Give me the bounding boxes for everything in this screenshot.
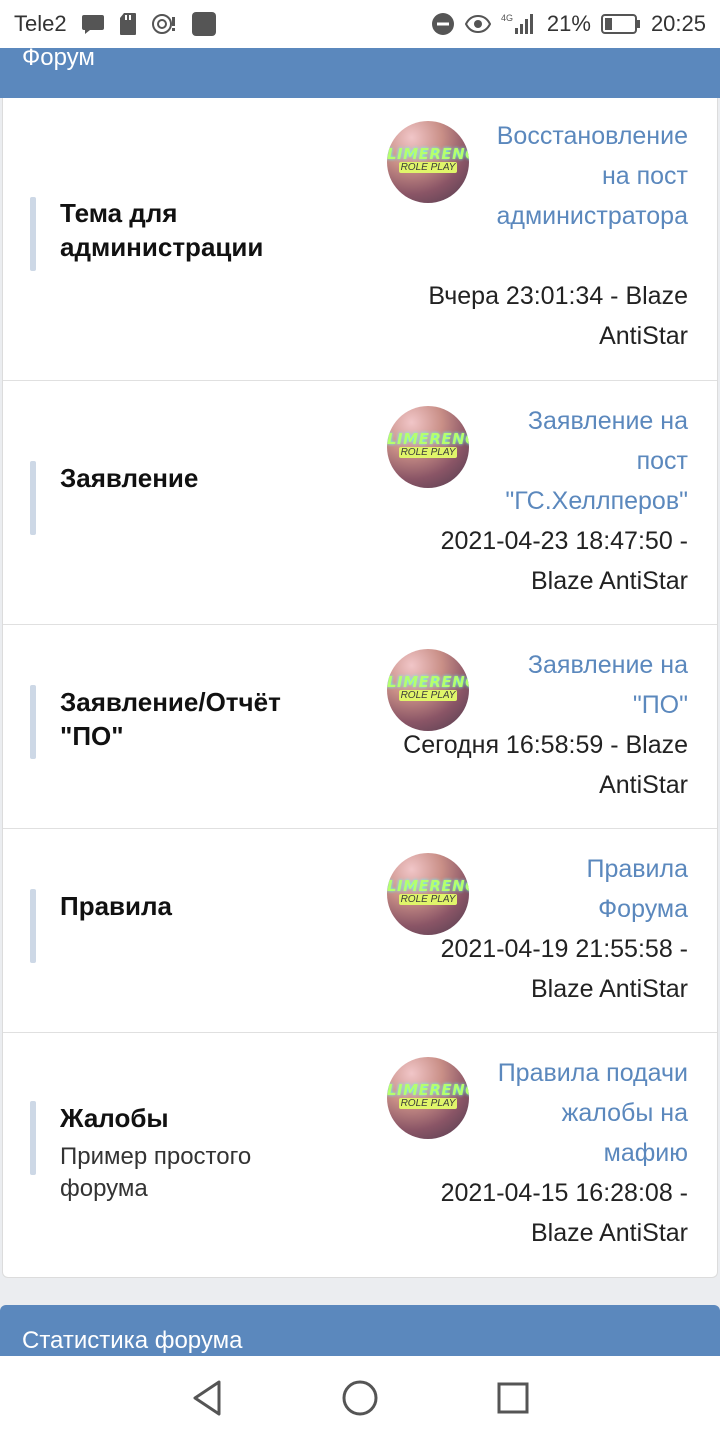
last-post-meta: Вчера 23:01:34 - Blaze AntiStar bbox=[428, 282, 688, 350]
forum-title[interactable]: Заявление bbox=[60, 461, 320, 495]
last-post-link[interactable]: Правила подачи жалобы на мафию bbox=[478, 1053, 688, 1173]
message-icon bbox=[81, 13, 105, 35]
clock: 20:25 bbox=[650, 11, 706, 36]
forum-row-rules[interactable]: Правила LIMERENCE ROLE PLAY Правила Фору… bbox=[3, 829, 717, 1033]
carrier-label: Tele2 bbox=[14, 11, 67, 36]
back-icon[interactable] bbox=[177, 1368, 237, 1428]
row-indicator bbox=[30, 1101, 36, 1175]
forum-row-admin[interactable]: Тема для администрации LIMERENCE ROLE PL… bbox=[3, 98, 717, 381]
forum-section-header: Форум bbox=[0, 44, 720, 98]
signal-icon: 4G bbox=[501, 12, 537, 36]
last-post-meta: Сегодня 16:58:59 - Blaze AntiStar bbox=[403, 731, 688, 799]
last-poster-avatar[interactable]: LIMERENCE ROLE PLAY bbox=[387, 406, 469, 488]
forum-list: Тема для администрации LIMERENCE ROLE PL… bbox=[2, 98, 718, 1278]
last-poster-avatar[interactable]: LIMERENCE ROLE PLAY bbox=[387, 853, 469, 935]
row-indicator bbox=[30, 197, 36, 271]
last-post: Правила подачи жалобы на мафию bbox=[478, 1053, 688, 1173]
forum-title[interactable]: Тема для администрации bbox=[60, 196, 320, 264]
forum-title[interactable]: Заявление/Отчёт "ПО" bbox=[60, 685, 330, 753]
last-post-link[interactable]: Восстановление на пост администратора bbox=[478, 116, 688, 236]
forum-row-report[interactable]: Заявление/Отчёт "ПО" LIMERENCE ROLE PLAY… bbox=[3, 625, 717, 829]
last-post-meta: 2021-04-23 18:47:50 - Blaze AntiStar bbox=[440, 527, 688, 595]
last-post-link[interactable]: Заявление на пост "ГС.Хеллперов" bbox=[473, 401, 688, 521]
forum-row-application[interactable]: Заявление LIMERENCE ROLE PLAY Заявление … bbox=[3, 381, 717, 625]
last-post: Восстановление на пост администратора bbox=[478, 116, 688, 236]
eye-icon bbox=[464, 14, 491, 34]
last-post: Правила Форума bbox=[548, 849, 688, 929]
forum-title[interactable]: Правила bbox=[60, 889, 320, 923]
forum-row-complaints[interactable]: Жалобы Пример простого форума LIMERENCE … bbox=[3, 1033, 717, 1277]
last-post: Заявление на "ПО" bbox=[488, 645, 688, 725]
do-not-disturb-icon bbox=[431, 12, 455, 36]
last-post-meta-block: Сегодня 16:58:59 - Blaze AntiStar bbox=[388, 725, 688, 805]
forum-title[interactable]: Жалобы Пример простого форума bbox=[60, 1101, 320, 1205]
forum-description: Пример простого форума bbox=[60, 1143, 252, 1202]
home-icon[interactable] bbox=[330, 1368, 390, 1428]
navigation-bar bbox=[0, 1356, 720, 1440]
app-icon bbox=[191, 11, 217, 37]
row-indicator bbox=[30, 461, 36, 535]
svg-text:4G: 4G bbox=[501, 13, 513, 23]
forum-title-text[interactable]: Жалобы bbox=[60, 1101, 320, 1135]
last-post-meta-block: Вчера 23:01:34 - Blaze AntiStar bbox=[398, 276, 688, 356]
battery-percent: 21% bbox=[546, 11, 591, 36]
forum-section-title: Форум bbox=[22, 44, 95, 71]
stats-section-title: Статистика форума bbox=[22, 1327, 243, 1354]
row-indicator bbox=[30, 685, 36, 759]
battery-icon bbox=[600, 13, 641, 35]
last-poster-avatar[interactable]: LIMERENCE ROLE PLAY bbox=[387, 649, 469, 731]
last-post-meta: 2021-04-19 21:55:58 - Blaze AntiStar bbox=[440, 935, 688, 1003]
last-post-meta-block: 2021-04-19 21:55:58 - Blaze AntiStar bbox=[388, 929, 688, 1009]
stats-section-header: Статистика форума bbox=[0, 1305, 720, 1360]
last-poster-avatar[interactable]: LIMERENCE ROLE PLAY bbox=[387, 1057, 469, 1139]
last-post-meta-block: 2021-04-15 16:28:08 - Blaze AntiStar bbox=[408, 1173, 688, 1253]
last-post: Заявление на пост "ГС.Хеллперов" bbox=[473, 401, 688, 521]
sd-card-icon bbox=[119, 12, 137, 36]
last-post-meta: 2021-04-15 16:28:08 - Blaze AntiStar bbox=[440, 1179, 688, 1247]
last-post-link[interactable]: Заявление на "ПО" bbox=[488, 645, 688, 725]
last-post-meta-block: 2021-04-23 18:47:50 - Blaze AntiStar bbox=[408, 521, 688, 601]
last-post-link[interactable]: Правила Форума bbox=[548, 849, 688, 929]
recents-icon[interactable] bbox=[483, 1368, 543, 1428]
hotspot-icon bbox=[151, 13, 177, 35]
status-bar: Tele2 4G 21% 20:25 bbox=[0, 0, 720, 48]
last-poster-avatar[interactable]: LIMERENCE ROLE PLAY bbox=[387, 121, 469, 203]
row-indicator bbox=[30, 889, 36, 963]
